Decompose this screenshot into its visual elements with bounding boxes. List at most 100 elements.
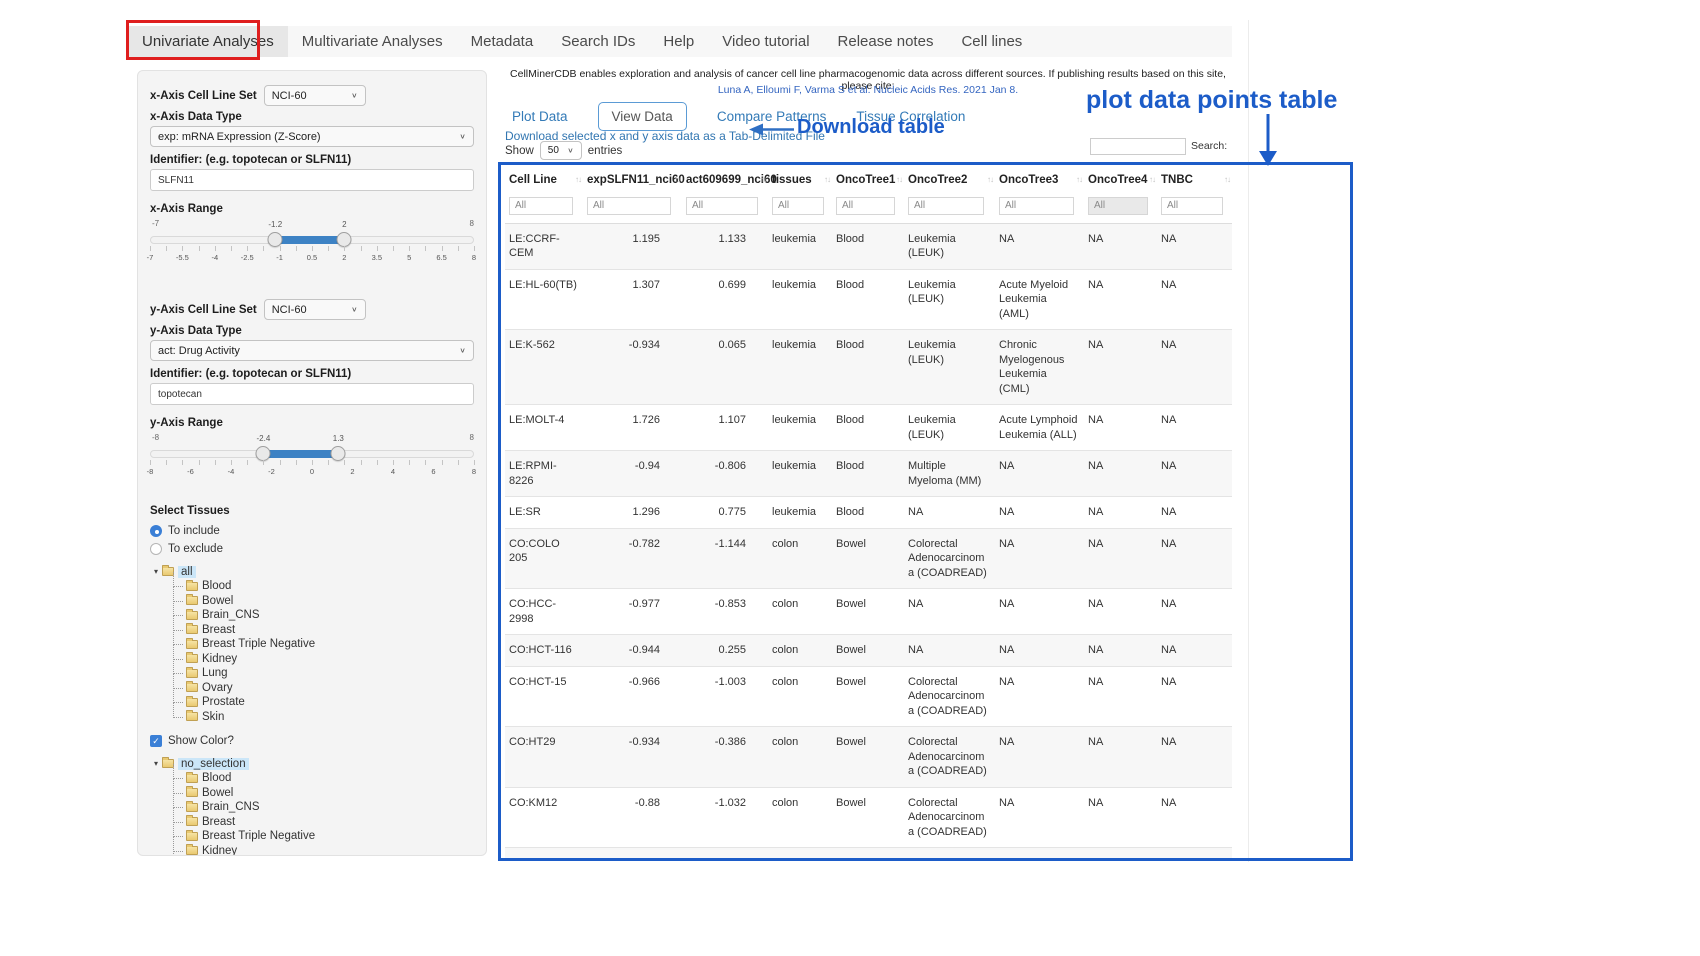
slider-tick — [361, 246, 362, 251]
sort-icon[interactable]: ↑↓ — [824, 175, 830, 184]
tree-root-no-selection[interactable]: ▾no_selection — [154, 756, 474, 771]
column-filter-input-oncotree2[interactable] — [908, 197, 984, 215]
tree-item-breast[interactable]: Breast — [170, 815, 474, 830]
nav-item-search-ids[interactable]: Search IDs — [547, 26, 649, 57]
cell: LE:K-562 — [505, 330, 583, 405]
search-input[interactable] — [1090, 138, 1186, 155]
nav-item-metadata[interactable]: Metadata — [457, 26, 548, 57]
column-filter-input-oncotree3[interactable] — [999, 197, 1074, 215]
y-axis-cell-line-set-select[interactable]: NCI-60 ∨ — [264, 299, 366, 320]
radio-to-include[interactable]: To include — [150, 522, 474, 540]
show-color-row[interactable]: ✓ Show Color? — [150, 732, 474, 750]
x-axis-range-slider[interactable]: -7 8 -1.2 2 -7-5.5-4-2.5-10.523.556.58 — [150, 219, 474, 273]
slider-tick — [425, 246, 426, 251]
table-row-le-k-562[interactable]: LE:K-562-0.9340.065leukemiaBloodLeukemia… — [505, 330, 1232, 405]
sort-icon[interactable]: ↑↓ — [575, 175, 581, 184]
column-filter-input-oncotree4[interactable] — [1088, 197, 1148, 215]
table-row-co-sw-620[interactable]: CO:SW-620-1.0290.238colonBowelColorectal… — [505, 848, 1232, 858]
tree-item-blood[interactable]: Blood — [170, 579, 474, 594]
nav-item-univariate-analyses[interactable]: Univariate Analyses — [128, 26, 288, 57]
tree-item-skin[interactable]: Skin — [170, 710, 474, 725]
slider-selected-range[interactable] — [263, 450, 338, 458]
radio-selected-icon[interactable] — [150, 525, 162, 537]
radio-to-exclude[interactable]: To exclude — [150, 540, 474, 558]
tree-item-kidney[interactable]: Kidney — [170, 652, 474, 667]
tree-item-bowel[interactable]: Bowel — [170, 786, 474, 801]
y-axis-data-type-label: y-Axis Data Type — [150, 325, 474, 337]
tree-item-prostate[interactable]: Prostate — [170, 695, 474, 710]
column-header-tnbc[interactable]: TNBC↑↓ — [1157, 166, 1232, 193]
sort-icon[interactable]: ↑↓ — [760, 175, 766, 184]
tree-item-breast-triple-negative[interactable]: Breast Triple Negative — [170, 829, 474, 844]
sort-icon[interactable]: ↑↓ — [987, 175, 993, 184]
sort-icon[interactable]: ↑↓ — [1224, 175, 1230, 184]
nav-item-help[interactable]: Help — [649, 26, 708, 57]
tree-item-blood[interactable]: Blood — [170, 771, 474, 786]
sort-icon[interactable]: ↑↓ — [1076, 175, 1082, 184]
cell: CO:HCT-116 — [505, 635, 583, 667]
y-axis-range-slider[interactable]: -8 8 -2.4 1.3 -8-6-4-202468 — [150, 433, 474, 487]
column-header-act609699-nci60[interactable]: act609699_nci60↑↓ — [682, 166, 768, 193]
column-header-expslfn11-nci60[interactable]: expSLFN11_nci60↑↓ — [583, 166, 682, 193]
x-axis-cell-line-set-select[interactable]: NCI-60 ∨ — [264, 85, 366, 106]
table-row-co-hct-116[interactable]: CO:HCT-116-0.9440.255colonBowelNANANANA — [505, 635, 1232, 667]
table-row-co-hct-15[interactable]: CO:HCT-15-0.966-1.003colonBowelColorecta… — [505, 666, 1232, 727]
tree-item-lung[interactable]: Lung — [170, 666, 474, 681]
slider-selected-range[interactable] — [275, 236, 344, 244]
tree-expand-icon[interactable]: ▾ — [154, 567, 158, 576]
table-row-co-hcc-2998[interactable]: CO:HCC-2998-0.977-0.853colonBowelNANANAN… — [505, 589, 1232, 635]
column-filter-input-expslfn11-nci60[interactable] — [587, 197, 671, 215]
nav-item-multivariate-analyses[interactable]: Multivariate Analyses — [288, 26, 457, 57]
column-header-oncotree3[interactable]: OncoTree3↑↓ — [995, 166, 1084, 193]
tree-item-breast-triple-negative[interactable]: Breast Triple Negative — [170, 637, 474, 652]
column-filter-input-tissues[interactable] — [772, 197, 824, 215]
table-row-le-sr[interactable]: LE:SR1.2960.775leukemiaBloodNANANANA — [505, 497, 1232, 529]
x-identifier-input[interactable] — [150, 169, 474, 191]
x-axis-data-type-select[interactable]: exp: mRNA Expression (Z-Score) ∨ — [150, 126, 474, 147]
column-header-oncotree2[interactable]: OncoTree2↑↓ — [904, 166, 995, 193]
tab-view-data[interactable]: View Data — [598, 102, 687, 131]
slider-low-handle[interactable]: -2.4 — [256, 446, 271, 461]
slider-high-handle[interactable]: 2 — [337, 232, 352, 247]
show-color-checkbox[interactable]: ✓ — [150, 735, 162, 747]
tree-item-kidney[interactable]: Kidney — [170, 844, 474, 857]
column-header-tissues[interactable]: tissues↑↓ — [768, 166, 832, 193]
tab-plot-data[interactable]: Plot Data — [512, 109, 568, 124]
sort-icon[interactable]: ↑↓ — [896, 175, 902, 184]
slider-low-handle[interactable]: -1.2 — [268, 232, 283, 247]
slider-high-handle[interactable]: 1.3 — [331, 446, 346, 461]
column-header-oncotree4[interactable]: OncoTree4↑↓ — [1084, 166, 1157, 193]
tree-expand-icon[interactable]: ▾ — [154, 759, 158, 768]
table-row-le-hl-60-tb[interactable]: LE:HL-60(TB)1.3070.699leukemiaBloodLeuke… — [505, 269, 1232, 330]
table-row-le-rpmi-8226[interactable]: LE:RPMI-8226-0.94-0.806leukemiaBloodMult… — [505, 451, 1232, 497]
sort-icon[interactable]: ↑↓ — [674, 175, 680, 184]
sort-icon[interactable]: ↑↓ — [1149, 175, 1155, 184]
nav-item-cell-lines[interactable]: Cell lines — [947, 26, 1036, 57]
cell: NA — [1084, 787, 1157, 848]
radio-unselected-icon[interactable] — [150, 543, 162, 555]
y-identifier-input[interactable] — [150, 383, 474, 405]
column-header-cell-line[interactable]: Cell Line↑↓ — [505, 166, 583, 193]
table-row-le-ccrf-cem[interactable]: LE:CCRF-CEM1.1951.133leukemiaBloodLeukem… — [505, 223, 1232, 269]
tree-item-brain-cns[interactable]: Brain_CNS — [170, 800, 474, 815]
cell: LE:RPMI-8226 — [505, 451, 583, 497]
table-row-co-ht29[interactable]: CO:HT29-0.934-0.386colonBowelColorectal … — [505, 727, 1232, 788]
column-filter-input-cell-line[interactable] — [509, 197, 573, 215]
table-row-co-colo-205[interactable]: CO:COLO 205-0.782-1.144colonBowelColorec… — [505, 528, 1232, 589]
tree-item-ovary[interactable]: Ovary — [170, 681, 474, 696]
tree-item-brain-cns[interactable]: Brain_CNS — [170, 608, 474, 623]
column-filter-input-tnbc[interactable] — [1161, 197, 1223, 215]
tree-root-all[interactable]: ▾all — [154, 564, 474, 579]
column-filter-input-act609699-nci60[interactable] — [686, 197, 758, 215]
nav-item-video-tutorial[interactable]: Video tutorial — [708, 26, 823, 57]
table-row-co-km12[interactable]: CO:KM12-0.88-1.032colonBowelColorectal A… — [505, 787, 1232, 848]
column-filter-input-oncotree1[interactable] — [836, 197, 895, 215]
tree-item-bowel[interactable]: Bowel — [170, 594, 474, 609]
column-header-oncotree1[interactable]: OncoTree1↑↓ — [832, 166, 904, 193]
table-row-le-molt-4[interactable]: LE:MOLT-41.7261.107leukemiaBloodLeukemia… — [505, 405, 1232, 451]
y-axis-data-type-select[interactable]: act: Drug Activity ∨ — [150, 340, 474, 361]
tree-item-breast[interactable]: Breast — [170, 623, 474, 638]
entries-select[interactable]: 50 ∨ — [540, 141, 582, 160]
nav-item-release-notes[interactable]: Release notes — [824, 26, 948, 57]
cell: 0.238 — [682, 848, 768, 858]
